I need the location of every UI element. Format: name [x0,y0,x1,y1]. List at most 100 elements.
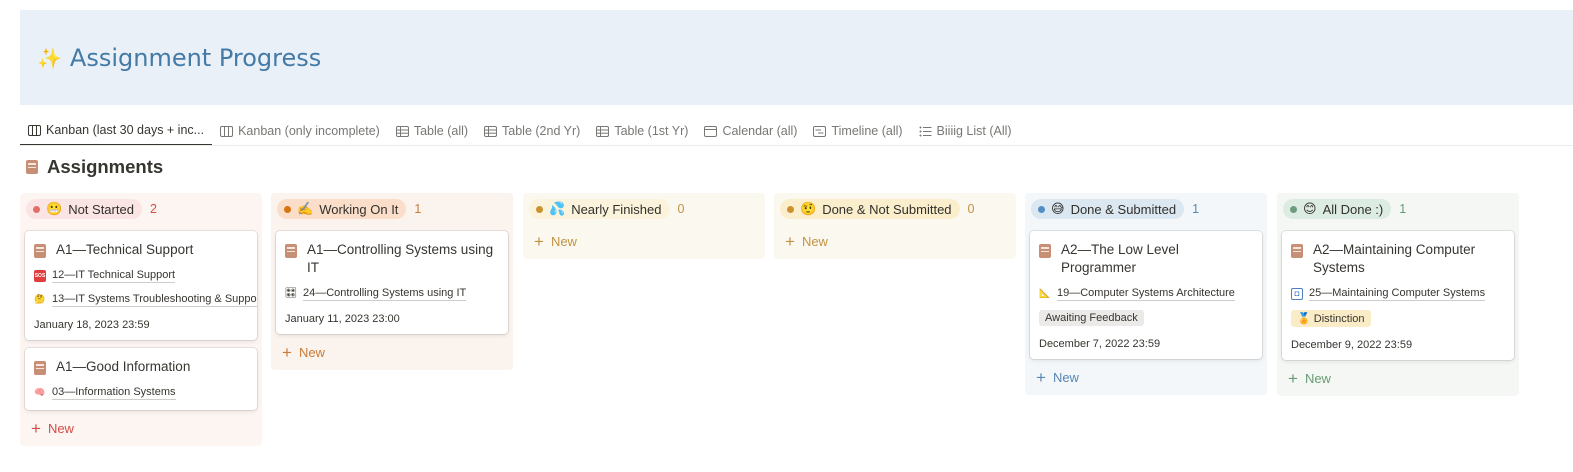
relation-unit[interactable]: SOS 12—IT Technical Support [34,268,247,283]
relation-text: 25—Maintaining Computer Systems [1309,287,1486,301]
due-date: January 11, 2023 23:00 [285,313,400,325]
view-tabs: Kanban (last 30 days + inc... Kanban (onl… [20,116,1020,146]
tab-label: Table (1st Yr) [614,124,689,138]
due-date: January 18, 2023 23:59 [34,319,150,331]
new-label: New [801,233,828,249]
column-header[interactable]: 😊 All Done :) 1 [1283,199,1514,219]
status-pill[interactable]: 😊 All Done :) [1283,199,1392,219]
assignment-card[interactable]: A2—The Low Level Programmer 📐 19—Computer … [1030,231,1262,359]
column-header[interactable]: 💦 Nearly Finished 0 [529,199,760,219]
book-icon [1039,244,1051,258]
column-count: 1 [1399,202,1407,216]
new-card-button[interactable]: + New [785,231,1011,251]
tab-label: Timeline (all) [831,124,903,138]
plus-icon: + [534,231,544,251]
status-pill[interactable]: 😬 Not Started [26,199,142,219]
status-pill[interactable]: 💦 Nearly Finished [529,199,670,219]
tab-label: Biiiig List (All) [936,124,1012,138]
column-count: 1 [414,202,422,216]
new-card-button[interactable]: + New [534,231,760,251]
board-icon [28,124,41,136]
kanban-column: 💦 Nearly Finished 0 + New [523,193,765,259]
page-title: ✨ Assignment Progress [37,44,321,72]
database-title-text: Assignments [47,156,164,177]
relation-text: 24—Controlling Systems using IT [303,287,467,301]
status-label: Nearly Finished [571,201,662,217]
tab-view-4[interactable]: Table (1st Yr) [588,116,696,146]
assignment-card[interactable]: A1—Good Information 🧠 03—Information Syste… [25,348,257,410]
plus-icon: + [282,342,292,362]
new-card-button[interactable]: + New [1288,368,1514,388]
status-emoji-icon: 🤨 [800,201,817,216]
tab-view-7[interactable]: Biiiig List (All) [911,116,1020,146]
tab-view-0[interactable]: Kanban (last 30 days + inc... [20,116,213,146]
relation-unit[interactable]: 🎛 24—Controlling Systems using IT [285,286,498,301]
due-date: December 9, 2022 23:59 [1291,339,1413,351]
status-label: Done & Submitted [1070,201,1177,217]
database-title[interactable]: Assignments [26,156,163,178]
status-pill[interactable]: 🤨 Done & Not Submitted [780,199,960,219]
tab-view-5[interactable]: Calendar (all) [696,116,805,146]
assignment-card[interactable]: A2—Maintaining Computer Systems ◘ 25—Maint… [1282,231,1514,360]
assignment-card[interactable]: A1—Controlling Systems using IT 🎛 24—Contr… [276,231,508,334]
relation-text: 12—IT Technical Support [52,269,176,283]
status-dot [787,205,794,213]
table-icon [484,125,498,137]
new-card-button[interactable]: + New [31,418,257,438]
tab-label: Kanban (last 30 days + inc... [46,123,205,137]
book-icon [34,244,46,258]
control-knobs-icon: 🎛 [284,288,298,299]
relation-unit[interactable]: 🤔 13—IT Systems Troubleshooting & Suppor [34,292,257,307]
new-label: New [298,344,325,360]
status-pill[interactable]: ✍️ Working On It [277,199,407,219]
column-header[interactable]: 🤨 Done & Not Submitted 0 [780,199,1011,219]
tab-view-3[interactable]: Table (2nd Yr) [476,116,588,146]
book-icon [1291,244,1303,258]
column-header[interactable]: ✍️ Working On It 1 [277,199,508,219]
timeline-icon [813,125,827,137]
status-label: Not Started [68,201,134,217]
grade-tag: 🏅 Distinction [1291,310,1371,327]
new-card-button[interactable]: + New [282,342,508,362]
tag-row: Awaiting Feedback [1039,301,1252,326]
card-title-text: A1—Technical Support [56,242,194,257]
sparkles-icon: ✨ [37,46,62,70]
due-date: December 7, 2022 23:59 [1039,338,1161,350]
tab-view-2[interactable]: Table (all) [388,116,476,146]
tabs-divider [20,145,1573,146]
tag-label: Awaiting Feedback [1045,312,1138,324]
kanban-column: 😬 Not Started 2 A1—Technical Support SOS 12—I… [20,193,262,446]
tab-label: Table (2nd Yr) [502,124,581,138]
kanban-column: ✍️ Working On It 1 A1—Controlling Systems u… [271,193,513,370]
plus-icon: + [1036,367,1046,387]
status-pill[interactable]: 😅 Done & Submitted [1031,199,1185,219]
new-label: New [1052,369,1079,385]
status-emoji-icon: ✍️ [297,201,314,216]
column-count: 1 [1192,202,1200,216]
card-title-text: A1—Good Information [56,359,191,374]
relation-unit[interactable]: ◘ 25—Maintaining Computer Systems [1291,286,1504,301]
card-title-text: A2—The Low Level Programmer [1061,242,1179,275]
status-emoji-icon: 💦 [549,201,566,216]
relation-unit[interactable]: 🧠 03—Information Systems [34,385,247,400]
status-emoji-icon: 😊 [1303,201,1317,216]
book-icon [34,361,46,375]
column-header[interactable]: 😅 Done & Submitted 1 [1031,199,1262,219]
assignment-card[interactable]: A1—Technical Support SOS 12—IT Technical S… [25,231,257,340]
new-label: New [1304,370,1331,386]
tab-view-6[interactable]: Timeline (all) [805,116,910,146]
status-label: Working On It [319,201,399,217]
tab-view-1[interactable]: Kanban (only incomplete) [212,116,388,146]
tab-label: Table (all) [413,124,469,138]
column-header[interactable]: 😬 Not Started 2 [26,199,257,219]
kanban-column: 😊 All Done :) 1 A2—Maintaining Computer Sys… [1277,193,1519,396]
status-dot [1290,205,1297,213]
relation-unit[interactable]: 📐 19—Computer Systems Architecture [1039,286,1252,301]
table-icon [596,125,610,137]
calendar-icon [704,125,718,137]
list-icon [919,126,932,137]
new-card-button[interactable]: + New [1036,367,1262,387]
table-icon [395,125,409,137]
status-emoji-icon: 😅 [1051,201,1065,216]
new-label: New [47,420,74,436]
